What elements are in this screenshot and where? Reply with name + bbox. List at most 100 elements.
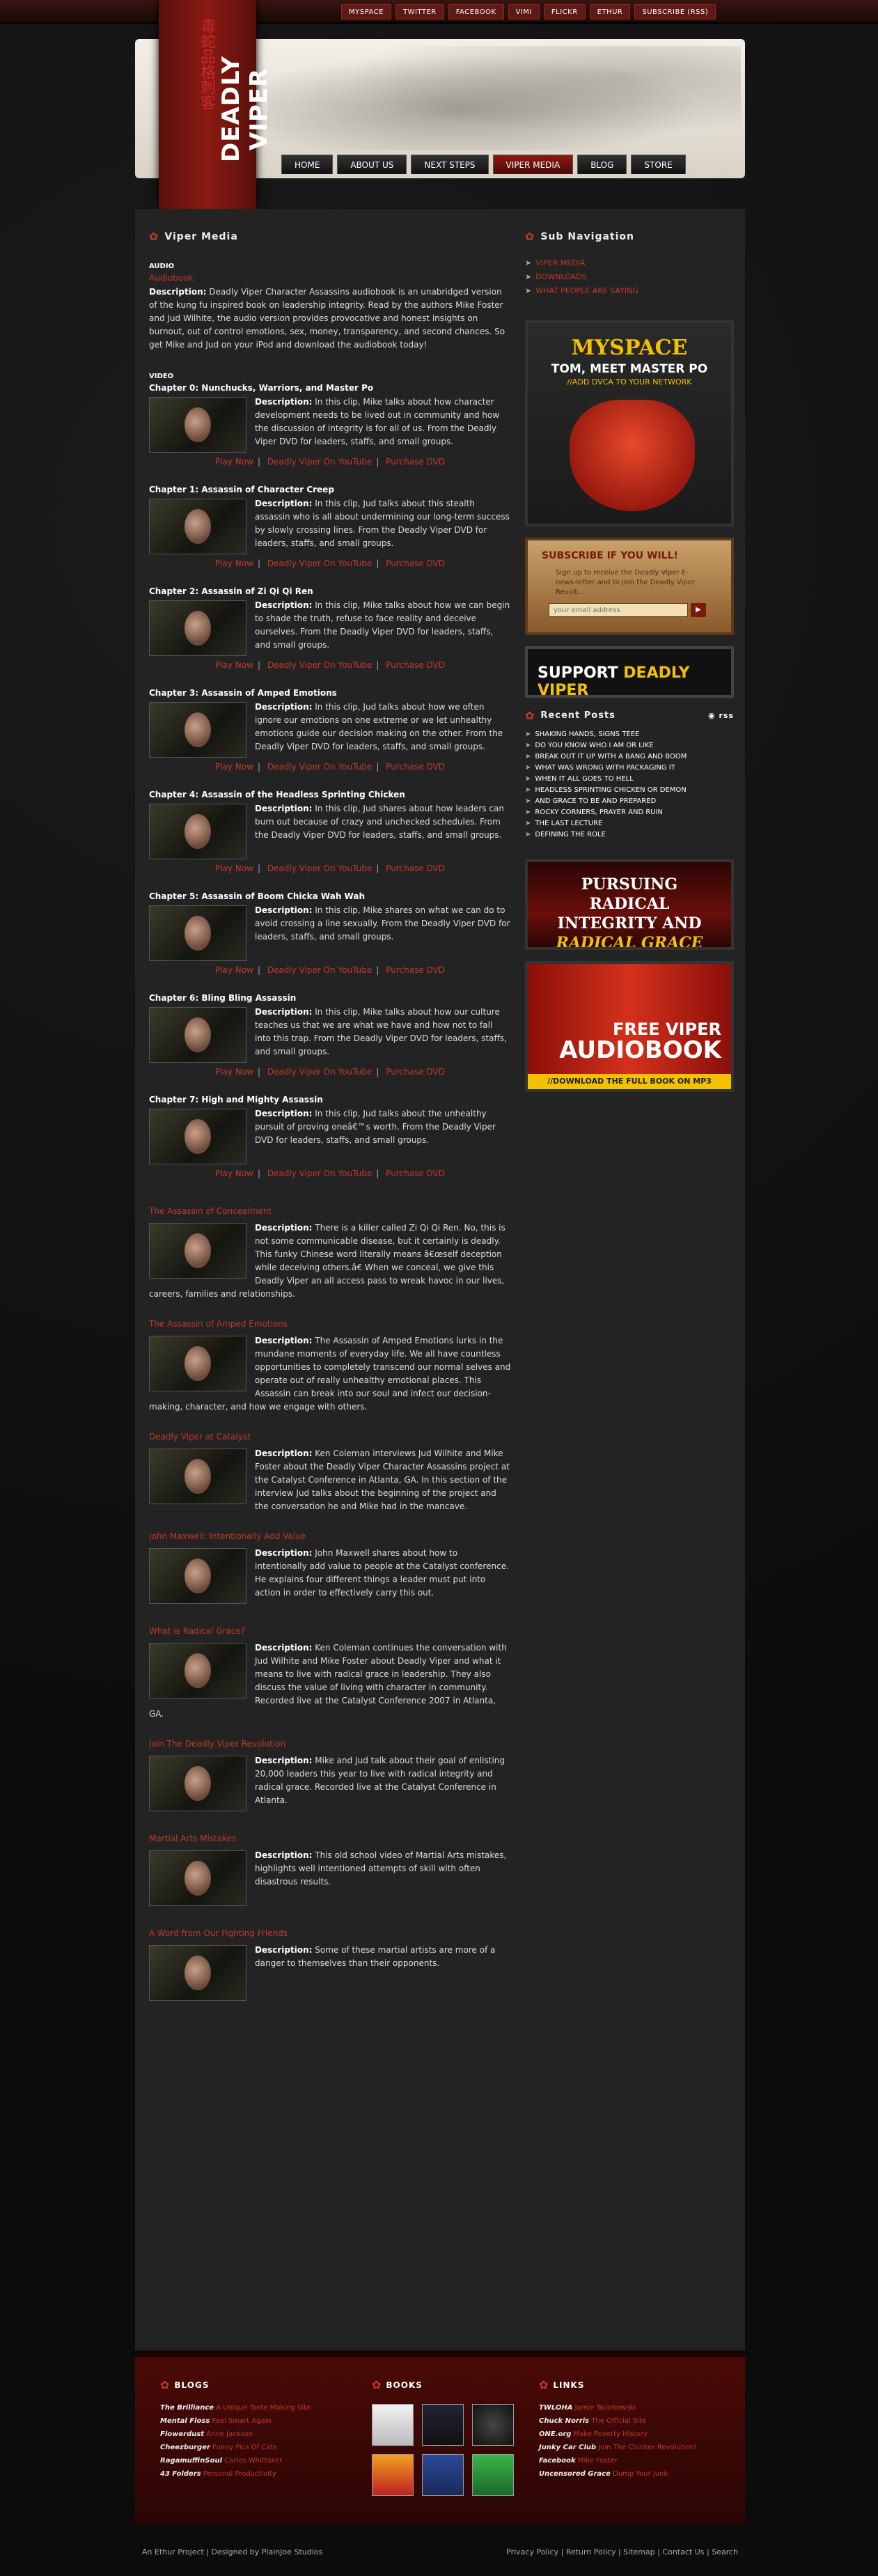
- purchase-dvd-link[interactable]: Purchase DVD: [386, 762, 445, 772]
- video-thumbnail[interactable]: [149, 702, 246, 758]
- play-now-link[interactable]: Play Now: [215, 559, 253, 568]
- video-thumbnail[interactable]: [149, 397, 246, 453]
- article-thumbnail[interactable]: [149, 1223, 246, 1279]
- play-now-link[interactable]: Play Now: [215, 660, 253, 670]
- rss-link[interactable]: ◉ rss: [708, 711, 734, 720]
- twitter-link[interactable]: TWITTER: [395, 4, 444, 19]
- recent-post-link[interactable]: ➤ WHAT WAS WRONG WITH PACKAGING IT: [525, 764, 734, 772]
- audiobook-ad[interactable]: FREE VIPER AUDIOBOOK //DOWNLOAD THE FULL…: [525, 961, 734, 1092]
- recent-post-link[interactable]: ➤ THE LAST LECTURE: [525, 820, 734, 827]
- play-now-link[interactable]: Play Now: [215, 1169, 253, 1178]
- purchase-dvd-link[interactable]: Purchase DVD: [386, 965, 445, 975]
- footer-link[interactable]: TWLOHA Jamie Tworkowski: [539, 2404, 734, 2412]
- footer-link[interactable]: Chuck Norris The Official Site: [539, 2417, 734, 2425]
- article-thumbnail[interactable]: [149, 1336, 246, 1391]
- book-cover[interactable]: [472, 2454, 514, 2496]
- purchase-dvd-link[interactable]: Purchase DVD: [386, 660, 445, 670]
- article-title-link[interactable]: John Maxwell: Intentionally Add Value: [149, 1531, 511, 1541]
- ethur-link[interactable]: ETHUR: [589, 4, 631, 19]
- blog-link[interactable]: Mental Floss Feel Smart Again: [160, 2417, 341, 2425]
- vimi-link[interactable]: VIMI: [508, 4, 540, 19]
- recent-post-link[interactable]: ➤ DEFINING THE ROLE: [525, 831, 734, 838]
- article-title-link[interactable]: The Assassin of Concealment: [149, 1206, 511, 1216]
- youtube-link[interactable]: Deadly Viper On YouTube: [267, 1169, 373, 1178]
- site-logo-banner[interactable]: 毒蛇品格刺客 DEADLY VIPER: [159, 0, 273, 209]
- article-title-link[interactable]: What is Radical Grace?: [149, 1626, 511, 1636]
- footer-link[interactable]: Uncensored Grace Dump Your Junk: [539, 2470, 734, 2478]
- article-thumbnail[interactable]: [149, 1643, 246, 1699]
- book-cover[interactable]: [372, 2404, 414, 2446]
- play-now-link[interactable]: Play Now: [215, 762, 253, 772]
- recent-post-link[interactable]: ➤ HEADLESS SPRINTING CHICKEN OR DEMON: [525, 786, 734, 794]
- play-now-link[interactable]: Play Now: [215, 864, 253, 873]
- footer-link[interactable]: ONE.org Make Poverty History: [539, 2430, 734, 2438]
- youtube-link[interactable]: Deadly Viper On YouTube: [267, 559, 373, 568]
- youtube-link[interactable]: Deadly Viper On YouTube: [267, 660, 373, 670]
- youtube-link[interactable]: Deadly Viper On YouTube: [267, 762, 373, 772]
- video-thumbnail[interactable]: [149, 1007, 246, 1063]
- myspace-ad[interactable]: MYSPACE TOM, MEET MASTER PO //ADD DVCA T…: [525, 320, 734, 526]
- purchase-dvd-link[interactable]: Purchase DVD: [386, 457, 445, 467]
- radical-grace-ad[interactable]: PURSUING RADICAL INTEGRITY AND RADICAL GRA…: [525, 859, 734, 950]
- contact-link[interactable]: Contact Us: [662, 2547, 704, 2557]
- article-thumbnail[interactable]: [149, 1449, 246, 1504]
- footer-link[interactable]: Facebook Mike Foster: [539, 2457, 734, 2465]
- nav-about-us[interactable]: ABOUT US: [337, 155, 407, 174]
- article-title-link[interactable]: The Assassin of Amped Emotions: [149, 1319, 511, 1329]
- support-banner[interactable]: SUPPORT DEADLY VIPER: [525, 646, 734, 698]
- book-cover[interactable]: [472, 2404, 514, 2446]
- book-cover[interactable]: [422, 2454, 464, 2496]
- article-thumbnail[interactable]: [149, 1850, 246, 1906]
- audiobook-link[interactable]: Audiobook: [149, 273, 511, 283]
- subnav-viper-media[interactable]: ➤ VIPER MEDIA: [525, 258, 734, 267]
- youtube-link[interactable]: Deadly Viper On YouTube: [267, 864, 373, 873]
- recent-post-link[interactable]: ➤ DO YOU KNOW WHO I AM OR LIKE: [525, 742, 734, 749]
- blog-link[interactable]: Flowerdust Anne Jackson: [160, 2430, 341, 2438]
- recent-post-link[interactable]: ➤ ROCKY CORNERS, PRAYER AND RUIN: [525, 809, 734, 816]
- purchase-dvd-link[interactable]: Purchase DVD: [386, 864, 445, 873]
- blog-link[interactable]: 43 Folders Personal Productivity: [160, 2470, 341, 2478]
- subscribe-go-button[interactable]: ▶: [691, 603, 706, 617]
- article-title-link[interactable]: A Word from Our Fighting Friends: [149, 1928, 511, 1938]
- article-title-link[interactable]: Martial Arts Mistakes: [149, 1834, 511, 1843]
- purchase-dvd-link[interactable]: Purchase DVD: [386, 1067, 445, 1077]
- subnav-what-people-say[interactable]: ➤ WHAT PEOPLE ARE SAYING: [525, 286, 734, 295]
- play-now-link[interactable]: Play Now: [215, 1067, 253, 1077]
- video-thumbnail[interactable]: [149, 600, 246, 656]
- article-title-link[interactable]: Deadly Viper at Catalyst: [149, 1432, 511, 1442]
- book-cover[interactable]: [422, 2404, 464, 2446]
- video-thumbnail[interactable]: [149, 1109, 246, 1164]
- book-cover[interactable]: [372, 2454, 414, 2496]
- email-field[interactable]: [549, 603, 688, 617]
- article-title-link[interactable]: Join The Deadly Viper Revolution: [149, 1739, 511, 1749]
- video-thumbnail[interactable]: [149, 499, 246, 554]
- purchase-dvd-link[interactable]: Purchase DVD: [386, 1169, 445, 1178]
- flickr-link[interactable]: FLICKR: [543, 4, 586, 19]
- recent-post-link[interactable]: ➤ SHAKING HANDS, SIGNS TEEE: [525, 731, 734, 738]
- youtube-link[interactable]: Deadly Viper On YouTube: [267, 965, 373, 975]
- subscribe-rss-link[interactable]: SUBSCRIBE (RSS): [634, 4, 716, 19]
- recent-post-link[interactable]: ➤ WHEN IT ALL GOES TO HELL: [525, 775, 734, 783]
- nav-next-steps[interactable]: NEXT STEPS: [411, 155, 489, 174]
- youtube-link[interactable]: Deadly Viper On YouTube: [267, 1067, 373, 1077]
- play-now-link[interactable]: Play Now: [215, 965, 253, 975]
- article-thumbnail[interactable]: [149, 1756, 246, 1811]
- myspace-link[interactable]: MYSPACE: [341, 4, 391, 19]
- footer-link[interactable]: Junky Car Club Join The Clunker Revoluti…: [539, 2444, 734, 2451]
- youtube-link[interactable]: Deadly Viper On YouTube: [267, 457, 373, 467]
- blog-link[interactable]: The Brilliance A Unique Taste Making Sit…: [160, 2404, 341, 2412]
- sitemap-link[interactable]: Sitemap: [623, 2547, 655, 2557]
- blog-link[interactable]: Cheezburger Funny Pics Of Cats: [160, 2444, 341, 2451]
- recent-post-link[interactable]: ➤ AND GRACE TO BE AND PREPARED: [525, 797, 734, 805]
- recent-post-link[interactable]: ➤ BREAK OUT IT UP WITH A BANG AND BOOM: [525, 753, 734, 760]
- nav-viper-media[interactable]: VIPER MEDIA: [492, 155, 574, 174]
- nav-blog[interactable]: BLOG: [577, 155, 627, 174]
- privacy-link[interactable]: Privacy Policy: [506, 2547, 558, 2557]
- play-now-link[interactable]: Play Now: [215, 457, 253, 467]
- article-thumbnail[interactable]: [149, 1945, 246, 2001]
- search-link[interactable]: Search: [712, 2547, 738, 2557]
- video-thumbnail[interactable]: [149, 905, 246, 961]
- video-thumbnail[interactable]: [149, 804, 246, 859]
- return-link[interactable]: Return Policy: [566, 2547, 616, 2557]
- nav-store[interactable]: STORE: [631, 155, 686, 174]
